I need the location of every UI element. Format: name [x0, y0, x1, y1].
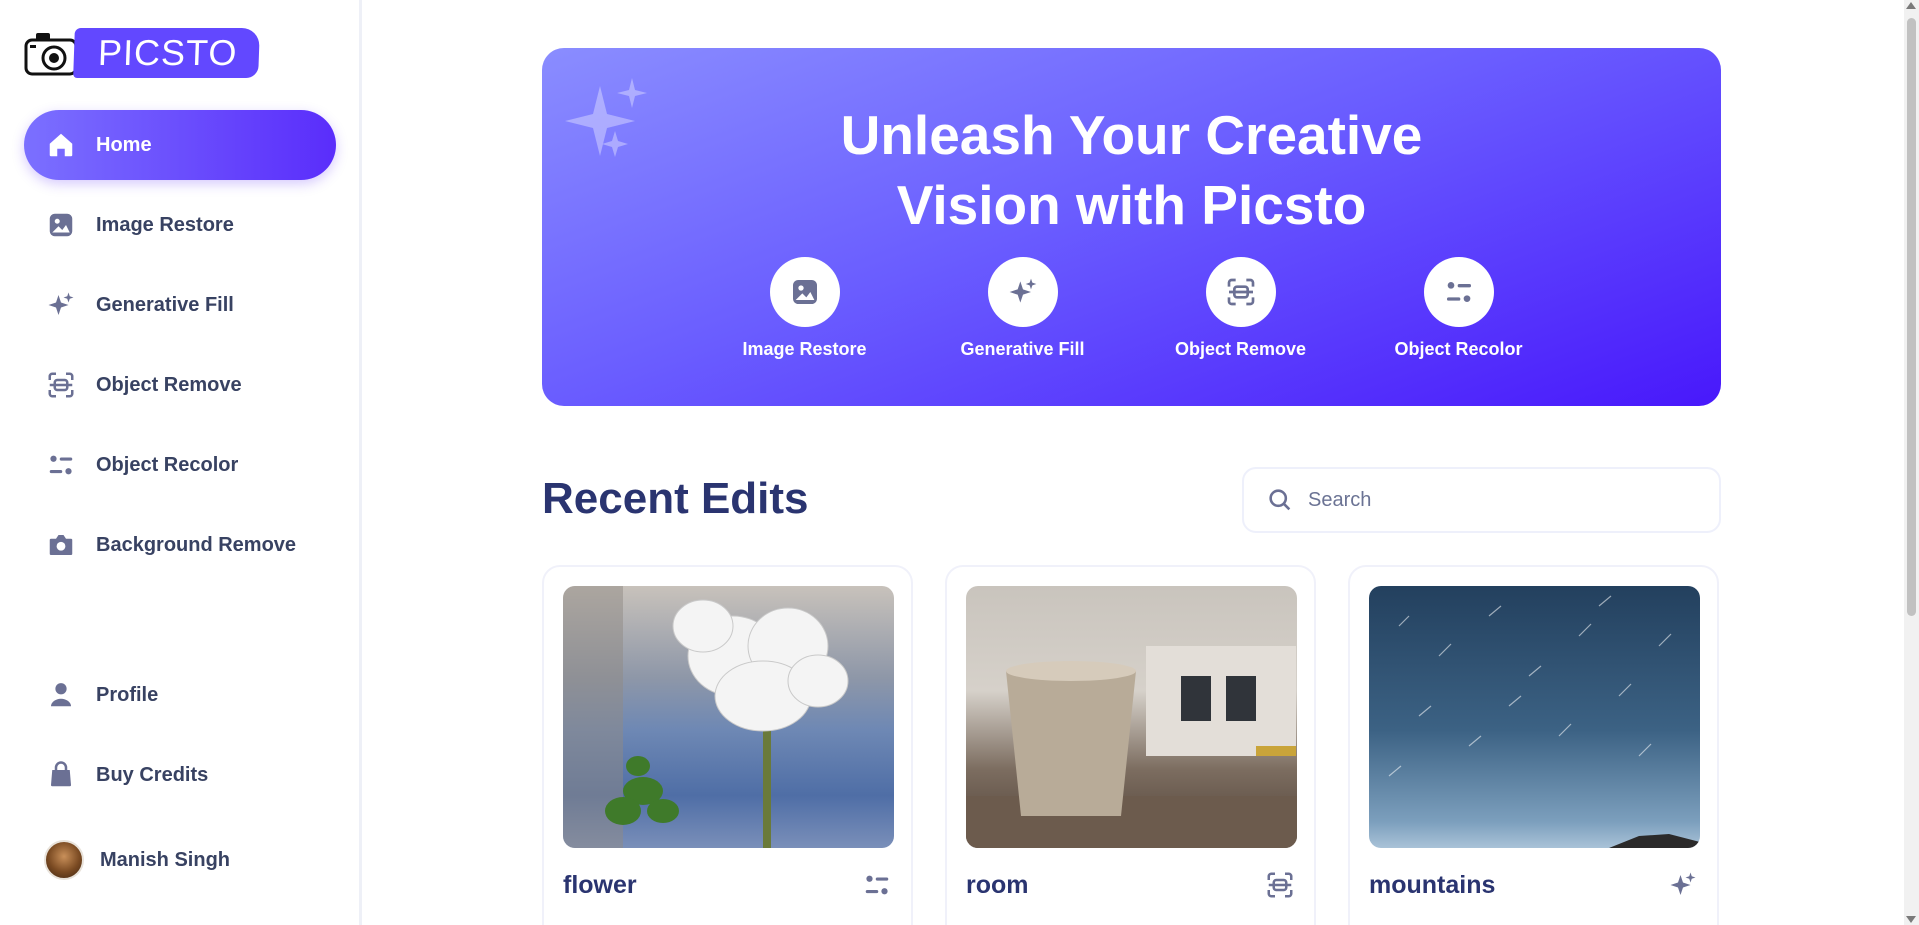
image-icon — [46, 210, 76, 240]
card-title: room — [966, 870, 1029, 899]
tool-label: Generative Fill — [960, 339, 1085, 359]
tool-icon-circle — [987, 257, 1058, 327]
sidebar-item-buy-credits[interactable]: Buy Credits — [24, 740, 336, 810]
search-icon — [1269, 489, 1291, 511]
filter-icon[interactable] — [862, 870, 892, 900]
sidebar-item-label: Home — [96, 133, 152, 156]
card-title: mountains — [1369, 870, 1496, 899]
user-profile-link[interactable]: Manish Singh — [44, 840, 230, 880]
hero-tools: Image Restore Generative Fill Object Rem… — [542, 257, 1721, 360]
user-name: Manish Singh — [100, 848, 230, 871]
card-footer: mountains — [1369, 870, 1698, 900]
filter-icon — [46, 450, 76, 480]
vertical-scrollbar[interactable] — [1904, 0, 1919, 925]
card-title: flower — [563, 870, 637, 899]
scan-icon — [46, 370, 76, 400]
room-image — [966, 646, 1297, 848]
flower-image — [563, 586, 849, 848]
edit-thumbnail — [966, 586, 1297, 848]
scan-icon[interactable] — [1265, 870, 1295, 900]
sparkles-icon — [1009, 278, 1036, 303]
recent-edits-title: Recent Edits — [542, 474, 809, 523]
sidebar-nav: Home Image Restore Generative Fill Objec… — [24, 110, 336, 590]
sidebar-item-label: Image Restore — [96, 213, 234, 236]
search-input[interactable] — [1308, 488, 1688, 512]
edit-card-flower[interactable]: flower — [542, 565, 913, 925]
card-footer: room — [966, 870, 1295, 900]
sidebar-item-label: Background Remove — [96, 533, 297, 556]
tool-label: Object Recolor — [1394, 339, 1523, 359]
camera-icon — [46, 530, 76, 560]
home-icon — [46, 130, 76, 160]
logo-wordmark: PICSTO — [73, 28, 261, 78]
recent-edits-grid: flower room mountains — [542, 565, 1719, 925]
sidebar-item-object-remove[interactable]: Object Remove — [24, 350, 336, 420]
tool-icon-circle — [1205, 257, 1276, 327]
camera-logo-icon — [24, 33, 78, 76]
scroll-down-arrow-icon[interactable] — [1906, 916, 1916, 923]
sidebar-item-profile[interactable]: Profile — [24, 660, 336, 730]
sidebar-item-home[interactable]: Home — [24, 110, 336, 180]
sparkles-icon — [46, 290, 76, 320]
tool-label: Image Restore — [742, 339, 867, 359]
sidebar: PICSTO Home Image Restore Generative Fil… — [0, 0, 362, 925]
sidebar-item-label: Buy Credits — [96, 763, 209, 786]
image-icon — [792, 280, 817, 304]
hero-title: Unleash Your Creative Vision with Picsto — [542, 100, 1721, 240]
filter-icon — [1446, 282, 1471, 302]
sidebar-item-background-remove[interactable]: Background Remove — [24, 510, 336, 580]
sidebar-item-label: Generative Fill — [96, 293, 234, 316]
sidebar-item-label: Profile — [96, 683, 159, 706]
sidebar-item-label: Object Remove — [96, 373, 242, 396]
sidebar-item-object-recolor[interactable]: Object Recolor — [24, 430, 336, 500]
mountains-image — [1388, 595, 1700, 848]
hero-tool-image-restore[interactable]: Image Restore — [696, 257, 914, 360]
sidebar-item-generative-fill[interactable]: Generative Fill — [24, 270, 336, 340]
tool-icon-circle — [1423, 257, 1494, 327]
tool-label: Object Remove — [1174, 339, 1307, 359]
bag-icon — [46, 760, 76, 790]
scroll-up-arrow-icon[interactable] — [1906, 2, 1916, 9]
scrollbar-thumb[interactable] — [1907, 18, 1916, 616]
edit-thumbnail — [1369, 586, 1700, 848]
tool-icon-circle — [769, 257, 840, 327]
hero-tool-object-remove[interactable]: Object Remove — [1132, 257, 1350, 360]
scan-icon — [1227, 278, 1254, 306]
sidebar-item-image-restore[interactable]: Image Restore — [24, 190, 336, 260]
sidebar-bottom-nav: Profile Buy Credits — [24, 660, 336, 820]
sparkles-icon[interactable] — [1668, 870, 1698, 900]
logo[interactable]: PICSTO — [24, 28, 261, 78]
edit-thumbnail — [563, 586, 894, 848]
edit-card-room[interactable]: room — [945, 565, 1316, 925]
hero-tool-generative-fill[interactable]: Generative Fill — [914, 257, 1132, 360]
user-icon — [46, 680, 76, 710]
edit-card-mountains[interactable]: mountains — [1348, 565, 1719, 925]
hero-banner: Unleash Your Creative Vision with Picsto… — [542, 48, 1721, 406]
card-footer: flower — [563, 870, 892, 900]
search-box[interactable] — [1242, 467, 1721, 533]
avatar — [44, 840, 84, 880]
hero-tool-object-recolor[interactable]: Object Recolor — [1350, 257, 1568, 360]
sidebar-item-label: Object Recolor — [96, 453, 239, 476]
hero-title-line1: Unleash Your Creative — [840, 104, 1423, 166]
hero-title-line2: Vision with Picsto — [896, 174, 1367, 236]
